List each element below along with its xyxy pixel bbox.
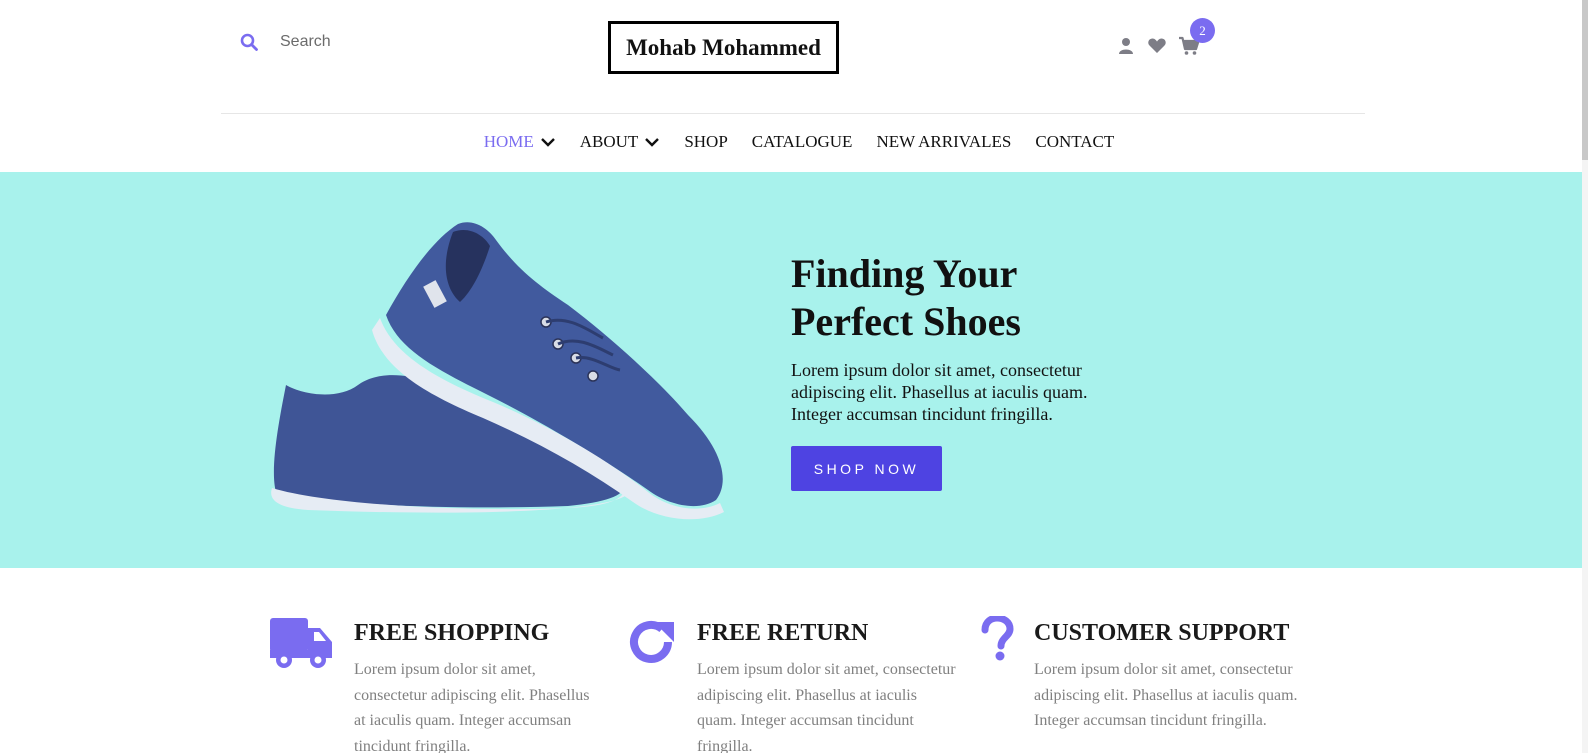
cart-count-badge: 2	[1190, 18, 1215, 43]
nav-item-label: CATALOGUE	[751, 132, 853, 151]
main-nav: HOME ABOUT SHOP CATALOGUE NEW ARRIVALES …	[0, 132, 1588, 152]
nav-item-label: NEW ARRIVALES	[876, 132, 1012, 151]
hero-title-line2: Perfect Shoes	[791, 299, 1021, 344]
chevron-down-icon	[540, 138, 555, 147]
feature-title: FREE RETURN	[697, 620, 869, 646]
hero-title-line1: Finding Your	[791, 251, 1018, 296]
feature-title: CUSTOMER SUPPORT	[1034, 620, 1290, 646]
redo-icon	[630, 621, 674, 663]
site-header: Mohab Mohammed 2 HOME ABOUT SHOP CATALOG…	[0, 0, 1588, 172]
user-actions: 2	[1116, 18, 1215, 56]
cart-button[interactable]: 2	[1178, 18, 1215, 56]
nav-item-label: SHOP	[684, 132, 728, 151]
feature-title: FREE SHOPPING	[354, 620, 550, 646]
heart-icon[interactable]	[1147, 36, 1167, 56]
hero-shoe-image	[271, 222, 724, 520]
nav-item-label: CONTACT	[1035, 132, 1115, 151]
nav-item-home[interactable]: HOME	[484, 132, 556, 152]
scrollbar-thumb[interactable]	[1582, 0, 1588, 160]
feature-text: Lorem ipsum dolor sit amet, consectetur …	[1034, 661, 1298, 729]
nav-item-label: ABOUT	[579, 132, 639, 151]
site-logo[interactable]: Mohab Mohammed	[608, 21, 839, 74]
scrollbar[interactable]	[1582, 0, 1588, 753]
truck-icon	[270, 618, 332, 668]
hero-description: Lorem ipsum dolor sit amet, consectetur …	[791, 360, 1088, 424]
feature-text: Lorem ipsum dolor sit amet, consectetur …	[354, 661, 590, 753]
header-divider	[221, 113, 1365, 114]
user-icon[interactable]	[1116, 36, 1136, 56]
question-icon	[981, 616, 1014, 661]
chevron-down-icon	[645, 138, 660, 147]
nav-item-new-arrivals[interactable]: NEW ARRIVALES	[876, 132, 1011, 152]
hero-title: Finding Your Perfect Shoes	[791, 250, 1131, 346]
nav-item-catalogue[interactable]: CATALOGUE	[752, 132, 853, 152]
nav-item-contact[interactable]: CONTACT	[1035, 132, 1114, 152]
nav-item-shop[interactable]: SHOP	[684, 132, 727, 152]
nav-item-label: HOME	[483, 132, 534, 151]
nav-item-about[interactable]: ABOUT	[580, 132, 661, 152]
shop-now-button[interactable]: SHOP NOW	[791, 446, 942, 491]
search-input[interactable]	[280, 33, 480, 51]
hero-banner: Finding Your Perfect Shoes Lorem ipsum d…	[0, 172, 1588, 568]
search-icon[interactable]	[240, 33, 258, 51]
feature-text: Lorem ipsum dolor sit amet, consectetur …	[697, 661, 956, 753]
search-box	[240, 33, 480, 51]
